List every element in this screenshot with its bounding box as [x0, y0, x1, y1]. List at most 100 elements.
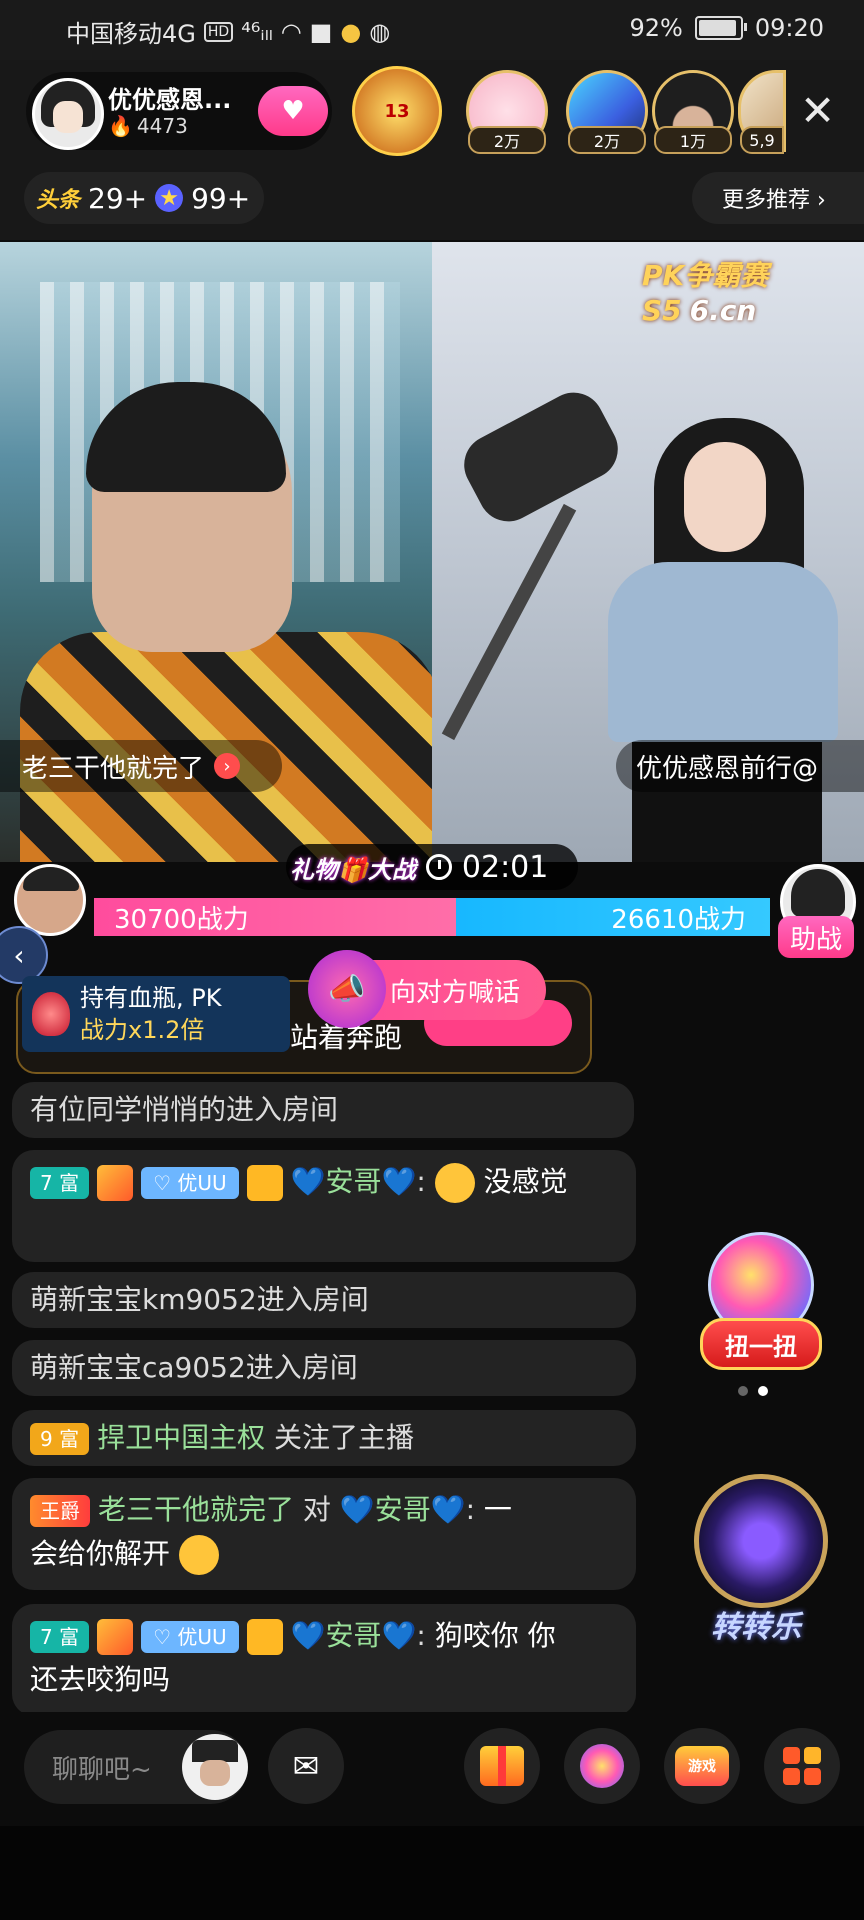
system-text: 萌新宝宝ca9052进入房间	[30, 1351, 358, 1384]
host-heat-value: 4473	[136, 114, 188, 138]
potion-line2: 战力x1.2倍	[80, 1016, 205, 1044]
chat-text: 没感觉	[483, 1165, 568, 1198]
fan-club-name: 优UU	[177, 1625, 227, 1649]
chat-user[interactable]: 💙安哥💙	[291, 1165, 417, 1198]
potion-icon	[32, 992, 70, 1036]
wifi-icon: ◠	[280, 17, 302, 46]
member-icon	[246, 1619, 283, 1655]
chat-message[interactable]: 7 富 ♡ 优UU 💙安哥💙: 狗咬你 你 还去咬狗吗	[12, 1604, 636, 1716]
site-logo: 6.cn	[689, 294, 757, 327]
chat-message: 有位同学悄悄的进入房间	[12, 1082, 634, 1138]
member-icon	[246, 1165, 283, 1201]
pk-logo: PK争霸赛S5 6.cn	[642, 254, 864, 327]
level-badge: 7 富	[30, 1621, 90, 1653]
follow-button[interactable]: ♥	[258, 86, 328, 136]
level-badge: 7 富	[30, 1167, 90, 1199]
laugh-emoji-icon	[178, 1535, 219, 1575]
game-label: 游戏	[688, 1759, 716, 1775]
separator: :	[465, 1493, 476, 1526]
chat-message: 萌新宝宝km9052进入房间	[12, 1272, 636, 1328]
fan-count: 1万	[679, 132, 707, 151]
chat-placeholder: 聊聊吧~	[52, 1754, 152, 1785]
left-anchor-tag[interactable]: 老三干他就完了 ›	[0, 740, 282, 792]
star-count: 99+	[191, 181, 251, 215]
basketball-icon: ◍	[369, 17, 391, 46]
more-recommend-button[interactable]: 更多推荐 ›	[692, 172, 864, 224]
megaphone-icon[interactable]: 📣	[308, 950, 386, 1028]
user-avatar[interactable]	[182, 1734, 248, 1800]
noble-badge: 王爵	[30, 1495, 90, 1527]
clock-icon	[425, 854, 452, 880]
fan-club-badge: ♡ 优UU	[141, 1621, 239, 1653]
star-icon: ★	[155, 184, 184, 212]
battery-icon	[694, 16, 747, 40]
game-icon: 游戏	[675, 1746, 729, 1786]
rank-badge[interactable]: 13	[352, 66, 442, 156]
mail-button[interactable]: ✉	[268, 1728, 344, 1804]
chevron-right-icon: ›	[214, 753, 241, 779]
rank-label: 13	[384, 100, 410, 122]
flame-icon: 🔥	[108, 114, 133, 138]
fan-contribution: 5,9	[740, 126, 784, 154]
chat-user[interactable]: 捍卫中国主权	[97, 1421, 265, 1454]
right-anchor-tag[interactable]: 优优感恩前行@	[616, 740, 864, 792]
right-power-bar: 26610战力	[456, 898, 770, 936]
gacha-widget[interactable]: 扭一扭	[700, 1232, 822, 1372]
fan-club-name: 优UU	[177, 1171, 227, 1195]
wheel-icon	[694, 1474, 828, 1608]
shout-label: 向对方喊话	[390, 977, 521, 1008]
chat-message[interactable]: 王爵 老三干他就完了 对 💙安哥💙: 一 会给你解开	[12, 1478, 636, 1590]
host-name: 优优感恩...	[108, 86, 232, 114]
pk-progress-bar: 30700战力 26610战力	[94, 898, 770, 936]
right-power: 26610战力	[611, 904, 746, 935]
dot-icon: ●	[340, 17, 362, 46]
chat-text-cont: 还去咬狗吗	[30, 1663, 171, 1696]
left-anchor-name: 老三干他就完了	[22, 753, 205, 784]
chat-text: 狗咬你 你	[434, 1619, 556, 1652]
chat-message: 萌新宝宝ca9052进入房间	[12, 1340, 636, 1396]
left-power-bar: 30700战力	[94, 898, 456, 936]
carrier-label: 中国移动4G	[66, 20, 196, 48]
chat-text: 一	[483, 1493, 512, 1526]
close-icon[interactable]: ✕	[800, 86, 835, 135]
pk-left-avatar[interactable]	[14, 864, 86, 936]
game-button[interactable]: 游戏	[664, 1728, 740, 1804]
pager-dots	[738, 1386, 768, 1396]
status-left: 中国移动4G HD ⁴⁶ᵢₗₗ ◠ ■ ● ◍	[66, 14, 390, 49]
fan-contribution: 2万	[468, 126, 546, 154]
to-word: 对	[302, 1493, 331, 1526]
pk-banner: 礼物🎁大战 02:01	[286, 844, 578, 890]
treasure-icon	[97, 1619, 134, 1655]
pk-timer: 02:01	[461, 849, 549, 885]
chat-user[interactable]: 💙安哥💙	[291, 1619, 417, 1652]
level-badge: 9 富	[30, 1423, 90, 1455]
wheel-widget[interactable]: 转转乐	[686, 1474, 828, 1654]
hd-icon: HD	[203, 21, 234, 42]
treasure-icon	[97, 1165, 134, 1201]
chat-user[interactable]: 老三干他就完了	[98, 1493, 294, 1526]
gacha-button[interactable]	[564, 1728, 640, 1804]
battery-percent: 92%	[629, 14, 683, 42]
video-icon: ■	[309, 17, 333, 46]
gift-button[interactable]	[464, 1728, 540, 1804]
assist-button[interactable]: 助战	[778, 916, 854, 958]
fan-contribution: 1万	[654, 126, 732, 154]
clock: 09:20	[754, 14, 824, 42]
separator: :	[416, 1619, 426, 1652]
gacha-label: 扭一扭	[700, 1318, 822, 1370]
mail-icon: ✉	[292, 1747, 320, 1785]
gacha-icon	[580, 1744, 624, 1788]
potion-tip[interactable]: 持有血瓶, PK 战力x1.2倍	[22, 976, 290, 1052]
chat-message[interactable]: 7 富 ♡ 优UU 💙安哥💙: 没感觉	[12, 1150, 636, 1262]
status-bar: 中国移动4G HD ⁴⁶ᵢₗₗ ◠ ■ ● ◍ 92% 09:20	[0, 0, 864, 60]
fan-count: 5,9	[749, 130, 775, 150]
chat-message[interactable]: 9 富捍卫中国主权 关注了主播	[12, 1410, 636, 1466]
chat-target[interactable]: 💙安哥💙	[340, 1493, 466, 1526]
separator: :	[416, 1165, 426, 1198]
more-button[interactable]	[764, 1728, 840, 1804]
host-avatar[interactable]	[32, 78, 104, 150]
system-text: 有位同学悄悄的进入房间	[30, 1093, 339, 1126]
system-text: 萌新宝宝km9052进入房间	[30, 1283, 369, 1316]
potion-line1: 持有血瓶, PK	[80, 984, 222, 1012]
headline-bar[interactable]: 头条 29+ ★ 99+	[24, 172, 264, 224]
